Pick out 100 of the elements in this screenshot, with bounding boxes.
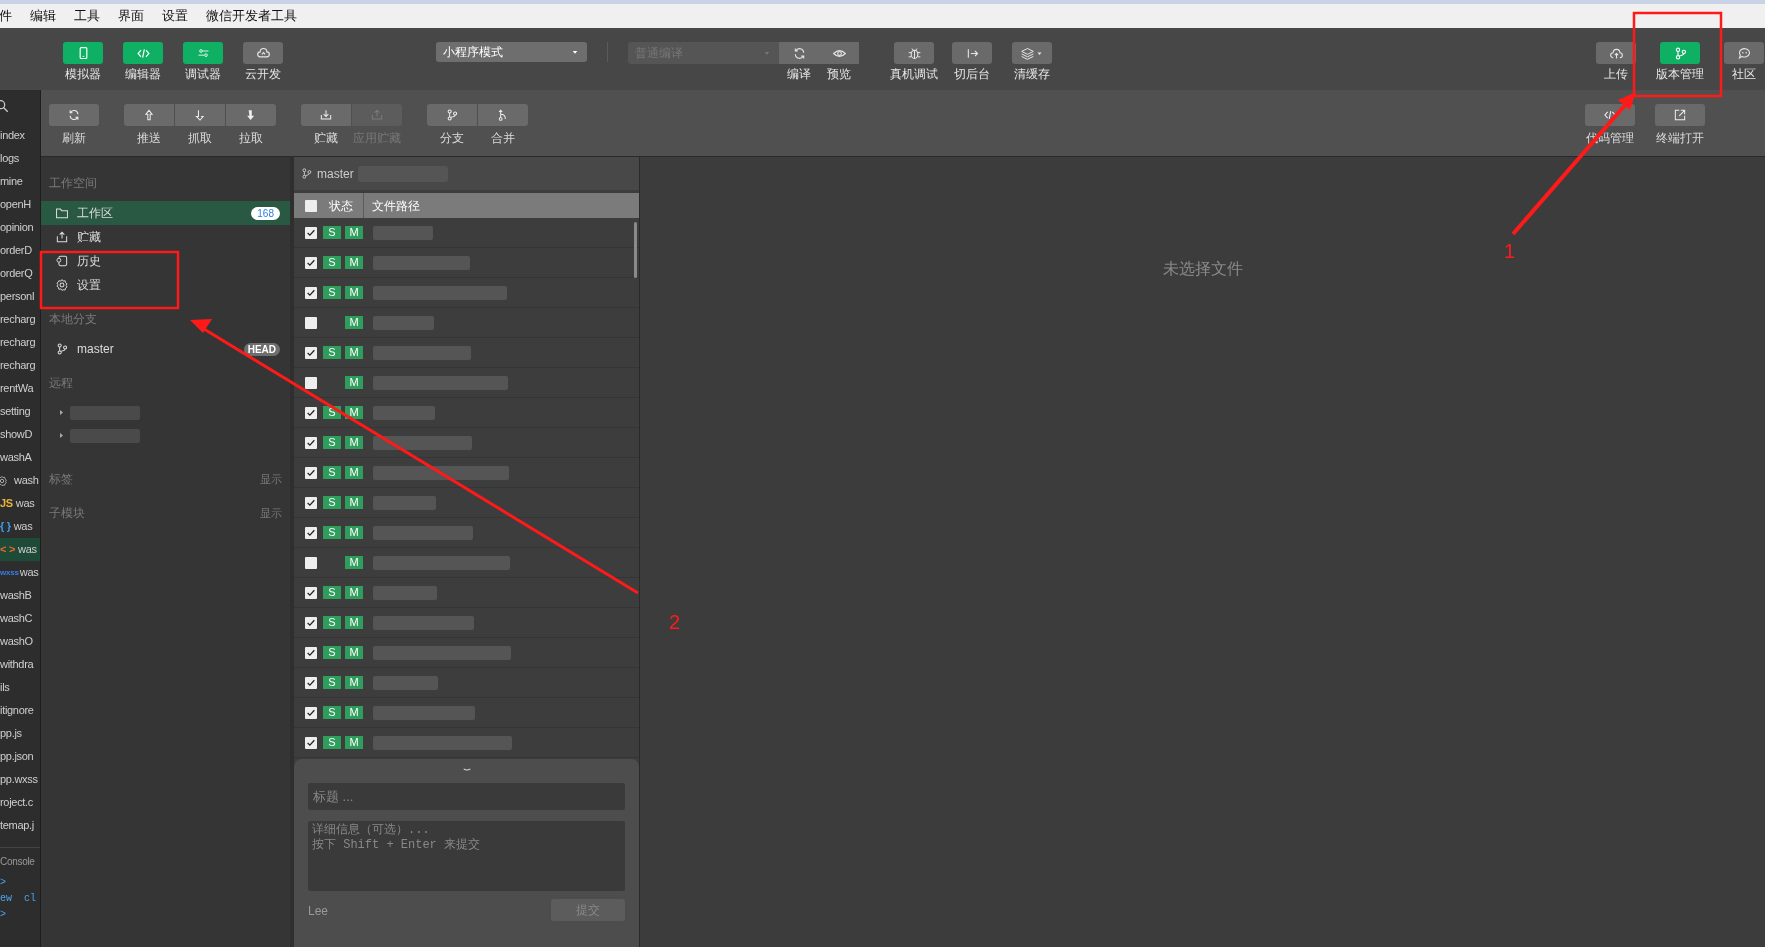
branch-icon [445, 108, 459, 122]
checkbox[interactable] [305, 526, 317, 539]
checkbox[interactable] [305, 346, 317, 359]
tree-item[interactable]: pp.js [0, 722, 40, 745]
toolbar-button[interactable]: 云开发 [234, 42, 292, 81]
tree-item[interactable]: itignore [0, 699, 40, 722]
checkbox[interactable] [305, 706, 317, 719]
author-name: Lee [308, 903, 329, 920]
checkbox[interactable] [305, 316, 317, 329]
tree-item[interactable]: openH [0, 193, 40, 216]
tree-item-label[interactable]: was [13, 518, 33, 535]
tree-item[interactable]: roject.c [0, 791, 40, 814]
check-icon [306, 617, 316, 628]
modified-badge: M [345, 346, 363, 359]
modified-badge: M [345, 736, 363, 749]
tree-item[interactable]: washO [0, 630, 40, 653]
checkbox[interactable] [305, 256, 317, 269]
branch-name: master [317, 165, 354, 183]
checkbox[interactable] [305, 736, 317, 749]
toolbar-button[interactable]: 清缓存 [1003, 42, 1061, 81]
menu-item[interactable]: 界面 [116, 6, 146, 26]
tree-item[interactable]: recharg [0, 331, 40, 354]
tree-item[interactable]: rentWa [0, 377, 40, 400]
tree-item[interactable]: mine [0, 170, 40, 193]
checkbox[interactable] [305, 226, 317, 239]
toolbar-button[interactable]: 社区 [1715, 42, 1765, 81]
settings-icon [55, 278, 69, 292]
layers-icon [1020, 45, 1035, 61]
modified-badge: M [345, 466, 363, 479]
menu-item[interactable]: 工具 [72, 6, 102, 26]
check-icon [306, 437, 316, 448]
tree-item-label[interactable]: was [18, 541, 37, 558]
checkbox[interactable] [305, 199, 317, 212]
console-tab[interactable]: Console [0, 847, 40, 875]
tree-item-label[interactable]: was [19, 564, 39, 581]
count-badge: 168 [251, 206, 280, 220]
detail-field[interactable]: 详细信息（可选）... 按下 Shift + Enter 来提交 [308, 821, 625, 891]
mode-dropdown[interactable]: 小程序模式 [436, 42, 587, 62]
tree-item-label[interactable]: was [15, 495, 35, 512]
tree-item[interactable]: withdra [0, 653, 40, 676]
tree-item-label[interactable]: wash [14, 472, 39, 489]
staged-badge: S [323, 736, 341, 749]
tree-item[interactable]: washC [0, 607, 40, 630]
toolbar-button[interactable]: 编辑器 [114, 42, 172, 81]
sidebar-row[interactable]: master HEAD [41, 337, 290, 361]
tree-item[interactable]: ils [0, 676, 40, 699]
checkbox[interactable] [305, 676, 317, 689]
blurred-path [373, 405, 435, 420]
toolbar-button[interactable]: 版本管理 [1651, 42, 1709, 81]
staged-badge: S [323, 286, 341, 299]
sidebar-row[interactable]: 贮藏 [41, 225, 290, 249]
tree-item[interactable]: washB [0, 584, 40, 607]
modified-badge: M [345, 256, 363, 269]
checkbox[interactable] [305, 496, 317, 509]
history-icon [55, 254, 69, 268]
toolbar-button[interactable]: 调试器 [174, 42, 232, 81]
sidebar-row[interactable]: 设置 [41, 273, 290, 297]
refresh-icon [67, 108, 81, 122]
toolbar-button[interactable]: 真机调试 [885, 42, 943, 81]
modified-badge: M [345, 226, 363, 239]
tree-item[interactable]: recharg [0, 308, 40, 331]
menu-item[interactable]: 设置 [160, 6, 190, 26]
tree-item[interactable]: orderD [0, 239, 40, 262]
item-label: 设置 [77, 277, 102, 294]
toolbar-button[interactable]: 切后台 [943, 42, 1001, 81]
tree-item[interactable]: personI [0, 285, 40, 308]
checkbox[interactable] [305, 616, 317, 629]
modified-badge: M [345, 646, 363, 659]
checkbox[interactable] [305, 286, 317, 299]
tree-item[interactable]: pp.wxss [0, 768, 40, 791]
tree-item[interactable]: orderQ [0, 262, 40, 285]
staged-badge: S [323, 256, 341, 269]
check-icon [306, 257, 316, 268]
checkbox[interactable] [305, 406, 317, 419]
tree-item[interactable]: temap.j [0, 814, 40, 837]
menu-item[interactable]: 编辑 [28, 6, 58, 26]
title-field[interactable]: 标题 ... [308, 783, 625, 810]
checkbox[interactable] [305, 556, 317, 569]
tree-item[interactable]: index [0, 124, 40, 147]
checkbox[interactable] [305, 466, 317, 479]
checkbox[interactable] [305, 376, 317, 389]
checkbox[interactable] [305, 646, 317, 659]
sidebar-row[interactable]: 历史 [41, 249, 290, 273]
tree-item[interactable]: setting [0, 400, 40, 423]
modified-badge: M [345, 496, 363, 509]
sidebar-row[interactable]: 工作区 168 [41, 201, 290, 225]
scrollbar-thumb[interactable] [634, 222, 637, 278]
modified-badge: M [345, 526, 363, 539]
chat-icon [1736, 45, 1752, 61]
tree-item[interactable]: washA [0, 446, 40, 469]
menu-item[interactable]: 微信开发者工具 [204, 6, 299, 26]
tree-item[interactable]: pp.json [0, 745, 40, 768]
toolbar-button[interactable]: 上传 [1587, 42, 1645, 81]
tree-item[interactable]: showD [0, 423, 40, 446]
toolbar-button[interactable]: 模拟器 [54, 42, 112, 81]
tree-item[interactable]: logs [0, 147, 40, 170]
tree-item[interactable]: opinion [0, 216, 40, 239]
tree-item[interactable]: recharg [0, 354, 40, 377]
checkbox[interactable] [305, 586, 317, 599]
checkbox[interactable] [305, 436, 317, 449]
